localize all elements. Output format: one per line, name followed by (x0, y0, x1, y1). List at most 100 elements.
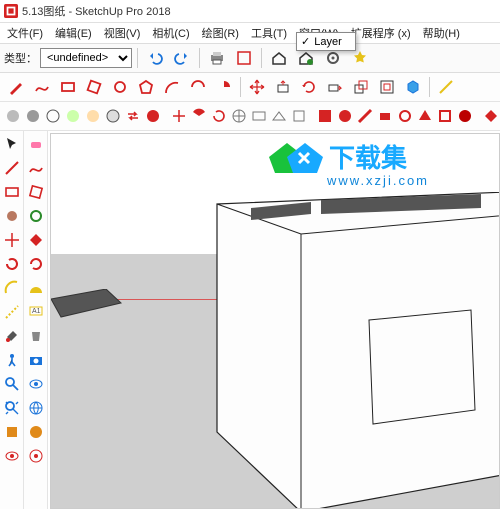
target-icon[interactable] (25, 445, 47, 467)
app-icon (4, 4, 18, 18)
eraser-icon[interactable] (25, 133, 47, 155)
line-icon[interactable] (1, 157, 23, 179)
ball1-icon[interactable] (4, 104, 22, 128)
pie-icon[interactable] (212, 75, 236, 99)
menu-item-7[interactable]: 扩展程序 (x) (346, 24, 416, 42)
movex-icon[interactable] (170, 104, 188, 128)
section-icon[interactable] (1, 421, 23, 443)
window-title: 5.13图纸 - SketchUp Pro 2018 (22, 3, 171, 19)
left-toolbars: A1 (0, 131, 48, 509)
circle-icon[interactable] (108, 75, 132, 99)
eye2-icon[interactable] (25, 373, 47, 395)
ball6-icon[interactable] (104, 104, 122, 128)
model-box (181, 192, 500, 509)
tape-icon[interactable] (434, 75, 458, 99)
viewport[interactable]: 下载集 www.xzji.com (50, 133, 500, 509)
rect2-icon[interactable] (25, 181, 47, 203)
separator (429, 77, 430, 97)
v7-icon[interactable] (436, 104, 454, 128)
nav4-icon[interactable] (290, 104, 308, 128)
menu-item-2[interactable]: 视图(V) (99, 24, 146, 42)
popup-item-layer[interactable]: ✓ Layer (297, 33, 355, 50)
rotx-icon[interactable] (210, 104, 228, 128)
polygon-icon[interactable] (134, 75, 158, 99)
menu-item-4[interactable]: 绘图(R) (197, 24, 244, 42)
separator (240, 77, 241, 97)
arc1-icon[interactable] (160, 75, 184, 99)
v3-icon[interactable] (356, 104, 374, 128)
swap-icon[interactable] (124, 104, 142, 128)
select-icon[interactable] (1, 133, 23, 155)
protractor-icon[interactable] (25, 277, 47, 299)
freehand-icon[interactable] (30, 75, 54, 99)
rotate-icon[interactable] (297, 75, 321, 99)
zoom-icon[interactable] (1, 373, 23, 395)
menu-item-0[interactable]: 文件(F) (2, 24, 48, 42)
pushpull-icon[interactable] (271, 75, 295, 99)
print-icon[interactable] (205, 46, 229, 70)
nav2-icon[interactable] (250, 104, 268, 128)
ball4-icon[interactable] (64, 104, 82, 128)
menu-item-3[interactable]: 相机(C) (147, 24, 194, 42)
v4-icon[interactable] (376, 104, 394, 128)
arc2-icon[interactable] (186, 75, 210, 99)
v6-icon[interactable] (416, 104, 434, 128)
rotate-tool-icon[interactable] (1, 253, 23, 275)
v8-icon[interactable] (456, 104, 474, 128)
ball3-icon[interactable] (44, 104, 62, 128)
class-select[interactable]: <undefined> (40, 48, 132, 68)
camera-icon[interactable] (25, 349, 47, 371)
arc-tool-icon[interactable] (1, 277, 23, 299)
ring-icon[interactable] (25, 205, 47, 227)
walk-icon[interactable] (1, 349, 23, 371)
text-icon[interactable]: A1 (25, 301, 47, 323)
left-toolbar-2: A1 (24, 131, 48, 509)
undo-icon[interactable] (143, 46, 167, 70)
ball2-icon[interactable] (24, 104, 42, 128)
rotrect-icon[interactable] (82, 75, 106, 99)
rot2-icon[interactable] (25, 253, 47, 275)
nav3-icon[interactable] (270, 104, 288, 128)
cube-icon[interactable] (401, 75, 425, 99)
toolbar-draw (0, 73, 500, 102)
menu-item-5[interactable]: 工具(T) (246, 24, 292, 42)
separator (261, 48, 262, 68)
redball-icon[interactable] (144, 104, 162, 128)
rect-tool-icon[interactable] (1, 181, 23, 203)
move-tool-icon[interactable] (1, 229, 23, 251)
v5-icon[interactable] (396, 104, 414, 128)
v2-icon[interactable] (336, 104, 354, 128)
menu-item-8[interactable]: 帮助(H) (418, 24, 465, 42)
circle-tool-icon[interactable] (1, 205, 23, 227)
follow-icon[interactable] (323, 75, 347, 99)
tape-tool-icon[interactable] (1, 301, 23, 323)
zoomext-icon[interactable] (1, 397, 23, 419)
offset-icon[interactable] (375, 75, 399, 99)
v1-icon[interactable] (316, 104, 334, 128)
left-toolbar-1 (0, 131, 24, 509)
scale-icon[interactable] (349, 75, 373, 99)
nav1-icon[interactable] (230, 104, 248, 128)
rect-icon[interactable] (56, 75, 80, 99)
component-icon[interactable] (232, 46, 256, 70)
pencil-icon[interactable] (4, 75, 28, 99)
paint-tool-icon[interactable] (1, 325, 23, 347)
diamond2-icon[interactable] (25, 229, 47, 251)
class-label: 类型： (4, 50, 37, 66)
title-bar: 5.13图纸 - SketchUp Pro 2018 (0, 0, 500, 23)
toolbar-styles (0, 102, 500, 131)
freehand-tool-icon[interactable] (25, 157, 47, 179)
home-icon[interactable] (267, 46, 291, 70)
diamond-icon[interactable] (482, 104, 500, 128)
menu-item-1[interactable]: 编辑(E) (50, 24, 97, 42)
globe-icon[interactable] (25, 397, 47, 419)
fan-icon[interactable] (190, 104, 208, 128)
sphere-icon[interactable] (25, 421, 47, 443)
eye-icon[interactable] (1, 445, 23, 467)
redo-icon[interactable] (170, 46, 194, 70)
move-icon[interactable] (245, 75, 269, 99)
separator (137, 48, 138, 68)
ball5-icon[interactable] (84, 104, 102, 128)
bucket-icon[interactable] (25, 325, 47, 347)
separator (199, 48, 200, 68)
